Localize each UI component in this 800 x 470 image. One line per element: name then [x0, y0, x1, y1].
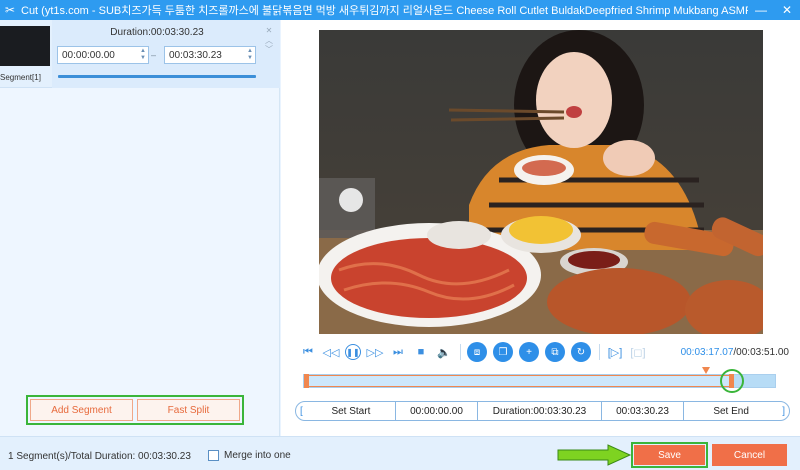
mark-in-icon[interactable]: [▷] — [606, 343, 624, 361]
video-preview[interactable] — [319, 30, 763, 334]
segment-info: Duration:00:03:30.23 00:00:00.00 ▲ ▼ – 00… — [52, 20, 280, 88]
volume-icon[interactable]: 🔈 — [435, 343, 453, 361]
timeline-track[interactable] — [303, 367, 776, 393]
set-end-button[interactable]: Set End ] — [684, 402, 789, 420]
copy-icon[interactable]: ❐ — [493, 342, 513, 362]
set-start-button[interactable]: [ Set Start — [296, 402, 396, 420]
delete-segment-icon[interactable]: ✕ — [264, 26, 274, 35]
bracket-left-icon: [ — [300, 405, 303, 417]
divider — [599, 344, 600, 360]
stop-icon[interactable]: ■ — [412, 343, 430, 361]
cancel-button[interactable]: Cancel — [712, 444, 787, 466]
fast-split-button[interactable]: Fast Split — [137, 399, 240, 421]
title-bar: ✂ Cut (yt1s.com - SUB치즈가득 두툼한 치즈롤까스에 불닭볶… — [0, 0, 800, 20]
segment-actions: Add Segment Fast Split — [26, 395, 244, 425]
duration-display: Duration:00:03:30.23 — [478, 402, 602, 420]
mark-out-icon[interactable]: [◻] — [629, 343, 647, 361]
duplicate-icon[interactable]: ⧉ — [545, 342, 565, 362]
merge-label: Merge into one — [224, 450, 291, 461]
skip-end-icon[interactable]: ⏭ — [389, 343, 407, 361]
window-title: Cut (yt1s.com - SUB치즈가득 두툼한 치즈롤까스에 불닭볶음면… — [21, 5, 748, 17]
save-button[interactable]: Save — [634, 445, 705, 465]
minimize-icon[interactable]: — — [748, 0, 774, 20]
segment-label: Segment[1] — [0, 73, 41, 82]
playhead-marker[interactable] — [701, 367, 710, 374]
segment-row[interactable]: Segment[1] Duration:00:03:30.23 00:00:00… — [0, 20, 280, 88]
end-time-field[interactable]: 00:03:30.23 — [602, 402, 684, 420]
video-frame-image — [319, 30, 763, 334]
skip-start-icon[interactable]: ⏮ — [299, 343, 317, 361]
set-range-bar: [ Set Start 00:00:00.00 Duration:00:03:3… — [295, 401, 790, 421]
move-up-icon[interactable]: ︿ — [264, 36, 274, 45]
fast-forward-icon[interactable]: ▷▷ — [366, 343, 384, 361]
add-icon[interactable]: + — [519, 342, 539, 362]
split-icon[interactable]: ⧈ — [467, 342, 487, 362]
segment-start-input[interactable]: 00:00:00.00 ▲ ▼ — [57, 46, 149, 64]
close-icon[interactable]: ✕ — [774, 0, 800, 20]
segment-panel: Segment[1] Duration:00:03:30.23 00:00:00… — [0, 20, 280, 436]
start-handle[interactable] — [304, 374, 309, 388]
rewind-icon[interactable]: ◁◁ — [322, 343, 340, 361]
segment-duration: Duration:00:03:30.23 — [110, 27, 204, 38]
segment-end-input[interactable]: 00:03:30.23 ▲ ▼ — [164, 46, 256, 64]
set-end-label: Set End — [713, 405, 749, 417]
save-highlight: Save — [631, 442, 708, 468]
time-readout: 00:03:17.07/00:03:51.00 — [681, 347, 789, 358]
total-time: /00:03:51.00 — [733, 346, 789, 358]
checkbox-icon[interactable] — [208, 450, 219, 461]
merge-checkbox[interactable]: Merge into one — [208, 450, 291, 461]
move-down-icon[interactable]: ﹀ — [264, 45, 274, 54]
set-start-label: Set Start — [331, 405, 371, 417]
start-time-field[interactable]: 00:00:00.00 — [396, 402, 478, 420]
pause-icon[interactable]: ❚❚ — [345, 344, 361, 360]
spinner-icon[interactable]: ▲ ▼ — [140, 48, 146, 62]
segment-thumbnail — [0, 26, 50, 66]
timeline-selection — [304, 375, 735, 387]
playback-controls: ⏮ ◁◁ ❚❚ ▷▷ ⏭ ■ 🔈 ⧈ ❐ + ⧉ ↻ [▷] [◻] 00:03… — [299, 342, 789, 362]
reset-icon[interactable]: ↻ — [571, 342, 591, 362]
total-duration: 1 Segment(s)/Total Duration: 00:03:30.23 — [8, 451, 191, 462]
footer-bar: 1 Segment(s)/Total Duration: 00:03:30.23… — [0, 436, 800, 470]
time-separator: – — [151, 50, 157, 60]
preview-panel: ⏮ ◁◁ ❚❚ ▷▷ ⏭ ■ 🔈 ⧈ ❐ + ⧉ ↻ [▷] [◻] 00:03… — [281, 20, 800, 436]
spinner-icon[interactable]: ▲ ▼ — [247, 48, 253, 62]
arrow-icon — [557, 444, 632, 466]
scissors-icon: ✂ — [4, 3, 16, 17]
add-segment-button[interactable]: Add Segment — [30, 399, 133, 421]
segment-range-bar — [58, 75, 256, 78]
end-handle-highlight — [720, 369, 745, 393]
divider — [460, 344, 461, 360]
segment-end-value: 00:03:30.23 — [169, 49, 222, 61]
segment-start-value: 00:00:00.00 — [62, 49, 115, 61]
current-time: 00:03:17.07 — [680, 346, 734, 358]
bracket-right-icon: ] — [782, 405, 785, 417]
